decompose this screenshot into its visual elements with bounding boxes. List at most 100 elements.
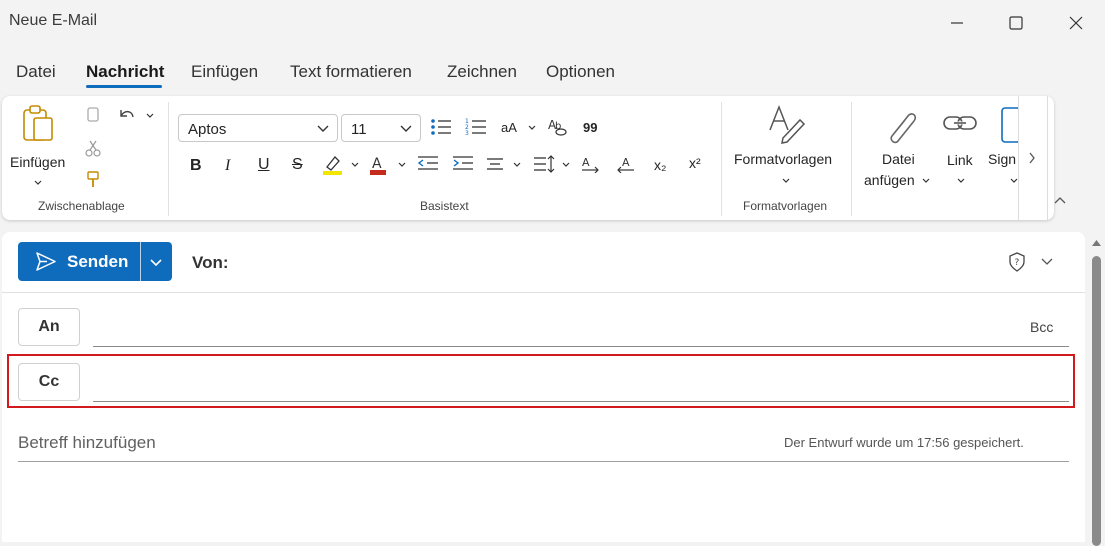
maximize-icon [1009, 16, 1023, 30]
from-label[interactable]: Von: [192, 253, 229, 273]
compose-scrollbar[interactable] [1088, 232, 1105, 546]
collapse-ribbon-chevron-up-icon[interactable] [1053, 196, 1067, 206]
svg-text:b: b [555, 121, 561, 132]
signature-icon[interactable] [1000, 106, 1018, 144]
font-color-icon[interactable]: A [369, 154, 389, 176]
clear-formatting-icon[interactable]: A b [547, 117, 569, 137]
group-label-styles: Formatvorlagen [743, 199, 828, 213]
signature-chevron-down-icon[interactable] [1010, 177, 1018, 185]
svg-text:3: 3 [465, 130, 469, 137]
send-options-chevron-down-icon[interactable] [149, 258, 163, 267]
tab-nachricht[interactable]: Nachricht [86, 62, 164, 82]
paste-label[interactable]: Einfügen [10, 154, 65, 170]
ribbon-separator [851, 102, 852, 216]
to-input[interactable] [93, 346, 1069, 347]
link-icon[interactable] [942, 112, 980, 136]
bullets-icon[interactable] [430, 118, 452, 136]
paperclip-icon[interactable] [880, 106, 920, 146]
ribbon-tabs: Datei Nachricht Einfügen Text formatiere… [0, 56, 700, 90]
tab-datei[interactable]: Datei [16, 62, 56, 82]
active-tab-indicator [86, 85, 162, 88]
sensitivity-chevron-down-icon[interactable] [1041, 258, 1053, 266]
change-case-chevron-down-icon[interactable] [528, 124, 536, 132]
subject-input[interactable]: Betreff hinzufügen [18, 433, 156, 453]
align-chevron-down-icon[interactable] [513, 161, 521, 169]
format-painter-icon[interactable] [86, 171, 100, 189]
copy-icon[interactable] [85, 107, 101, 125]
increase-indent-icon[interactable] [452, 155, 474, 173]
highlighter-chevron-down-icon[interactable] [351, 161, 359, 169]
group-label-basic-text: Basistext [420, 199, 469, 213]
link-chevron-down-icon[interactable] [957, 177, 965, 185]
bold-button[interactable]: B [190, 157, 202, 175]
signature-label[interactable]: Sign [988, 151, 1016, 167]
styles-chevron-down-icon[interactable] [782, 177, 790, 185]
strikethrough-button[interactable]: S [292, 156, 303, 174]
svg-text:?: ? [1015, 258, 1020, 268]
scroll-up-icon[interactable] [1092, 240, 1101, 246]
link-label[interactable]: Link [947, 152, 973, 168]
ribbon-scroll-right-button[interactable] [1018, 96, 1048, 220]
highlighter-icon[interactable] [322, 154, 344, 176]
rtl-direction-icon[interactable]: A [616, 155, 636, 173]
send-icon [36, 252, 56, 271]
svg-text:A: A [582, 156, 590, 169]
ribbon-separator [168, 102, 169, 216]
svg-text:A: A [622, 156, 630, 169]
subscript-button[interactable]: x₂ [654, 157, 666, 173]
superscript-button[interactable]: x² [689, 155, 701, 171]
italic-button[interactable]: I [225, 157, 230, 175]
svg-text:A: A [372, 156, 382, 172]
undo-chevron-down-icon[interactable] [146, 112, 154, 120]
minimize-icon [951, 22, 963, 24]
font-name-value: Aptos [188, 121, 227, 138]
styles-icon[interactable] [767, 104, 807, 144]
window-title: Neue E-Mail [9, 12, 98, 29]
align-icon[interactable] [486, 157, 504, 171]
header-divider [2, 292, 1085, 293]
chevron-down-icon [317, 125, 329, 132]
maximize-button[interactable] [993, 6, 1039, 40]
font-name-combobox[interactable]: Aptos [178, 114, 338, 142]
tab-einfuegen[interactable]: Einfügen [191, 62, 258, 82]
undo-icon[interactable] [117, 106, 137, 124]
ribbon-separator [721, 102, 722, 216]
cc-input[interactable] [93, 401, 1069, 402]
attach-file-label-line2[interactable]: anfügen [864, 172, 915, 188]
underline-button[interactable]: U [258, 156, 270, 174]
decrease-indent-icon[interactable] [417, 155, 439, 173]
close-icon [1069, 16, 1083, 30]
minimize-button[interactable] [934, 6, 980, 40]
change-case-button[interactable]: aA [501, 120, 517, 135]
bcc-button[interactable]: Bcc [1030, 319, 1053, 335]
tab-text-formatieren[interactable]: Text formatieren [290, 62, 412, 82]
to-button[interactable]: An [18, 308, 80, 346]
cut-icon[interactable] [84, 140, 102, 158]
subject-underline [18, 461, 1069, 462]
line-spacing-icon[interactable] [533, 155, 555, 173]
quote-button[interactable]: 99 [583, 120, 597, 135]
attach-chevron-down-icon[interactable] [922, 177, 930, 185]
numbering-icon[interactable]: 1 2 3 [465, 117, 487, 137]
ltr-direction-icon[interactable]: A [581, 155, 601, 173]
paste-icon[interactable] [20, 104, 58, 144]
send-button[interactable]: Senden [18, 242, 172, 281]
title-bar: Neue E-Mail [0, 0, 1105, 46]
font-size-value: 11 [351, 121, 367, 138]
font-color-chevron-down-icon[interactable] [398, 161, 406, 169]
send-label: Senden [67, 252, 129, 271]
styles-label[interactable]: Formatvorlagen [734, 151, 832, 167]
scrollbar-thumb[interactable] [1092, 256, 1101, 546]
cc-button[interactable]: Cc [18, 363, 80, 401]
chevron-down-icon [400, 125, 412, 132]
line-spacing-chevron-down-icon[interactable] [562, 161, 570, 169]
font-size-combobox[interactable]: 11 [341, 114, 421, 142]
tab-zeichnen[interactable]: Zeichnen [447, 62, 517, 82]
close-button[interactable] [1053, 6, 1099, 40]
sensitivity-shield-icon[interactable]: ? [1008, 252, 1026, 272]
chevron-right-icon [1029, 152, 1035, 164]
send-divider [140, 242, 141, 281]
tab-optionen[interactable]: Optionen [546, 62, 615, 82]
attach-file-label-line1[interactable]: Datei [882, 151, 915, 167]
paste-chevron-down-icon[interactable] [34, 179, 42, 187]
